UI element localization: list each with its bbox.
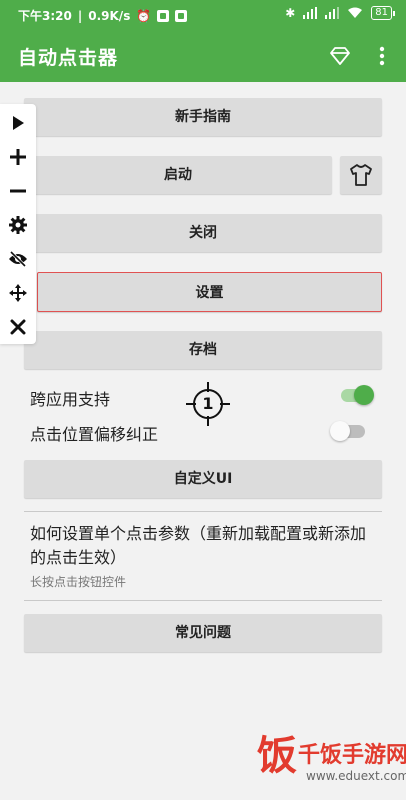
guide-button[interactable]: 新手指南 (24, 98, 382, 136)
diamond-icon[interactable] (328, 44, 352, 68)
watermark-url: www.eduext.com (306, 769, 406, 783)
guide-button-label: 新手指南 (175, 109, 231, 125)
settings-button[interactable]: 设置 (37, 272, 382, 312)
divider-top (24, 511, 382, 512)
plus-icon[interactable] (6, 145, 30, 169)
close-button-label: 关闭 (189, 225, 217, 241)
signal-icon (303, 7, 318, 19)
watermark-logo: 饭 (257, 733, 297, 779)
watermark: 饭 千饭手游网 www.eduext.com (254, 715, 406, 795)
battery-icon: 81 (371, 6, 395, 20)
eye-off-icon[interactable] (6, 247, 30, 271)
signal-icon-2 (325, 7, 340, 19)
close-icon[interactable] (6, 315, 30, 339)
help-subtitle: 长按点击按钮控件 (30, 575, 127, 589)
custom-ui-button[interactable]: 自定义UI (24, 460, 382, 498)
click-target-marker[interactable]: 1 (186, 382, 230, 426)
help-title: 如何设置单个点击参数（重新加载配置或新添加的点击生效） (30, 524, 367, 567)
cross-app-toggle-thumb (354, 385, 374, 405)
move-icon[interactable] (6, 281, 30, 305)
alarm-icon: ⏰ (136, 8, 152, 23)
divider-bottom (24, 600, 382, 601)
shirt-icon (350, 164, 372, 186)
app-title: 自动点击器 (18, 47, 119, 69)
faq-button-label: 常见问题 (175, 625, 231, 641)
offset-fix-toggle[interactable] (330, 420, 370, 444)
close-button[interactable]: 关闭 (24, 214, 382, 252)
cross-app-label: 跨应用支持 (30, 390, 111, 409)
save-button-label: 存档 (189, 342, 217, 358)
start-button-label: 启动 (164, 167, 192, 183)
status-time: 下午3:20 (18, 9, 72, 23)
cross-app-toggle[interactable] (336, 384, 376, 408)
status-separator: | (77, 8, 83, 23)
notification-icon (157, 9, 170, 22)
target-number: 1 (202, 394, 214, 413)
save-button[interactable]: 存档 (24, 331, 382, 369)
floating-toolbar (0, 104, 36, 344)
bluetooth-icon: ✱ (285, 6, 296, 20)
play-icon[interactable] (6, 111, 30, 135)
offset-fix-label: 点击位置偏移纠正 (30, 425, 159, 444)
status-bar: 下午3:20 | 0.9K/s ⏰ ✱ 81 (0, 0, 406, 30)
offset-fix-toggle-thumb (330, 421, 350, 441)
start-button[interactable]: 启动 (24, 156, 332, 194)
gear-icon[interactable] (6, 213, 30, 237)
custom-ui-button-label: 自定义UI (173, 471, 233, 487)
notification-icon-2 (175, 9, 188, 22)
shirt-button[interactable] (340, 156, 382, 194)
app-bar: 自动点击器 (0, 30, 406, 82)
battery-level: 81 (375, 7, 388, 18)
faq-button[interactable]: 常见问题 (24, 614, 382, 652)
wifi-icon (348, 7, 363, 18)
watermark-name: 千饭手游网 (298, 743, 406, 768)
more-vert-icon[interactable] (372, 44, 392, 68)
network-speed: 0.9K/s (88, 8, 131, 23)
minus-icon[interactable] (6, 179, 30, 203)
settings-button-label: 设置 (195, 285, 224, 301)
